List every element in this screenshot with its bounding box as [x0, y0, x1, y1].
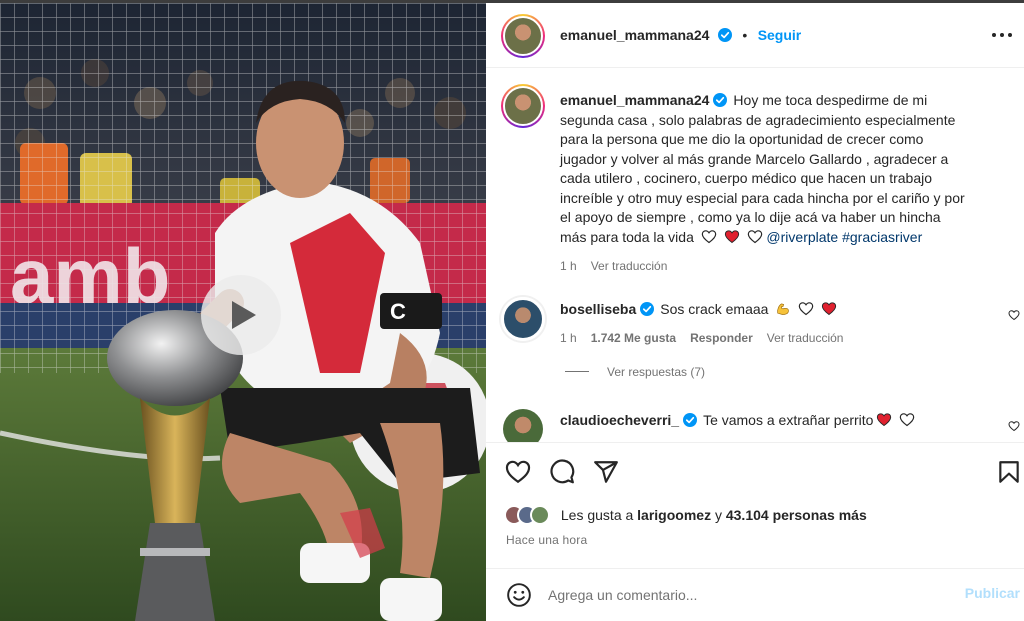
- post-video[interactable]: amb C: [0, 3, 486, 621]
- post-details-panel: emanuel_mammana24 • Seguir emanuel_mamma…: [486, 3, 1024, 621]
- author-username[interactable]: emanuel_mammana24: [560, 27, 709, 43]
- verified-badge-icon: [683, 413, 698, 427]
- white-heart-icon: [701, 229, 717, 243]
- bookmark-icon[interactable]: [996, 459, 1022, 485]
- separator-dot: •: [742, 27, 748, 43]
- red-heart-icon: [877, 413, 892, 427]
- share-icon[interactable]: [593, 459, 619, 485]
- comment-likes[interactable]: 1.742 Me gusta: [591, 331, 676, 345]
- follow-button[interactable]: Seguir: [758, 27, 802, 43]
- play-icon: [232, 301, 256, 329]
- caption-time[interactable]: 1 h: [560, 259, 577, 273]
- caption-meta: 1 h Ver traducción: [560, 259, 681, 273]
- emoji-icon[interactable]: [506, 582, 532, 608]
- replies-divider: [565, 371, 589, 372]
- post-actions: Les gusta a larigoomez y 43.104 personas…: [486, 442, 1024, 578]
- reply-button[interactable]: Responder: [690, 331, 753, 345]
- caption-translate-link[interactable]: Ver traducción: [591, 259, 668, 273]
- likes-prefix: Les gusta a: [560, 507, 634, 523]
- comment-translate-link[interactable]: Ver traducción: [767, 331, 844, 345]
- comment-icon[interactable]: [549, 459, 575, 485]
- caption-avatar[interactable]: [501, 84, 545, 128]
- comment-composer: Publicar: [486, 568, 1024, 621]
- more-options-icon[interactable]: [990, 25, 1014, 45]
- comment-2: claudioecheverri_ Te vamos a extrañar per…: [560, 412, 915, 428]
- caption-username[interactable]: emanuel_mammana24: [560, 92, 709, 108]
- play-button[interactable]: [201, 275, 281, 355]
- white-heart-icon: [900, 413, 915, 427]
- hashtag-link[interactable]: #graciasriver: [842, 229, 922, 245]
- comments-section: emanuel_mammana24 Hoy me toca despedirme …: [486, 69, 1024, 442]
- likes-middle: y: [714, 507, 722, 523]
- liker-username[interactable]: larigoomez: [637, 507, 711, 523]
- like-heart-icon[interactable]: [505, 459, 531, 485]
- white-heart-icon: [798, 302, 814, 316]
- author-avatar[interactable]: [501, 14, 545, 58]
- mention-link[interactable]: @riverplate: [766, 229, 838, 245]
- comment-username[interactable]: boselliseba: [560, 301, 636, 317]
- likes-summary: Les gusta a larigoomez y 43.104 personas…: [504, 505, 867, 525]
- author-line: emanuel_mammana24 • Seguir: [560, 27, 801, 45]
- comment-meta: 1 h 1.742 Me gusta Responder Ver traducción: [560, 331, 857, 345]
- verified-badge-icon: [713, 93, 728, 107]
- liker-avatars[interactable]: [504, 505, 550, 525]
- comment-avatar[interactable]: [503, 409, 543, 442]
- like-comment-icon[interactable]: [1008, 309, 1020, 321]
- comment-text: Sos crack emaaa: [660, 301, 769, 317]
- caption-text: Hoy me toca despedirme de mi segunda cas…: [560, 92, 965, 245]
- post-timestamp[interactable]: Hace una hora: [506, 533, 587, 547]
- comment-avatar[interactable]: [501, 297, 545, 341]
- red-heart-icon: [724, 229, 739, 243]
- like-comment-icon[interactable]: [1008, 420, 1020, 432]
- comment-input[interactable]: [548, 583, 948, 607]
- verified-badge-icon: [717, 28, 732, 42]
- verified-badge-icon: [640, 302, 655, 316]
- post-header: emanuel_mammana24 • Seguir: [486, 3, 1024, 68]
- likes-count[interactable]: 43.104 personas más: [726, 507, 867, 523]
- comment-time[interactable]: 1 h: [560, 331, 577, 345]
- comment-1: boselliseba Sos crack emaaa: [560, 301, 837, 317]
- svg-text:C: C: [390, 299, 406, 324]
- white-heart-icon: [747, 229, 762, 243]
- caption: emanuel_mammana24 Hoy me toca despedirme …: [560, 91, 970, 247]
- window-top-border: [0, 0, 1024, 3]
- comment-text: Te vamos a extrañar perrito: [703, 412, 874, 428]
- red-heart-icon: [821, 302, 837, 316]
- post-comment-button[interactable]: Publicar: [965, 585, 1020, 601]
- flexed-biceps-icon: [777, 303, 790, 315]
- view-replies-label: Ver respuestas (7): [607, 365, 706, 379]
- view-replies-button[interactable]: Ver respuestas (7): [565, 365, 705, 379]
- comment-username[interactable]: claudioecheverri_: [560, 412, 679, 428]
